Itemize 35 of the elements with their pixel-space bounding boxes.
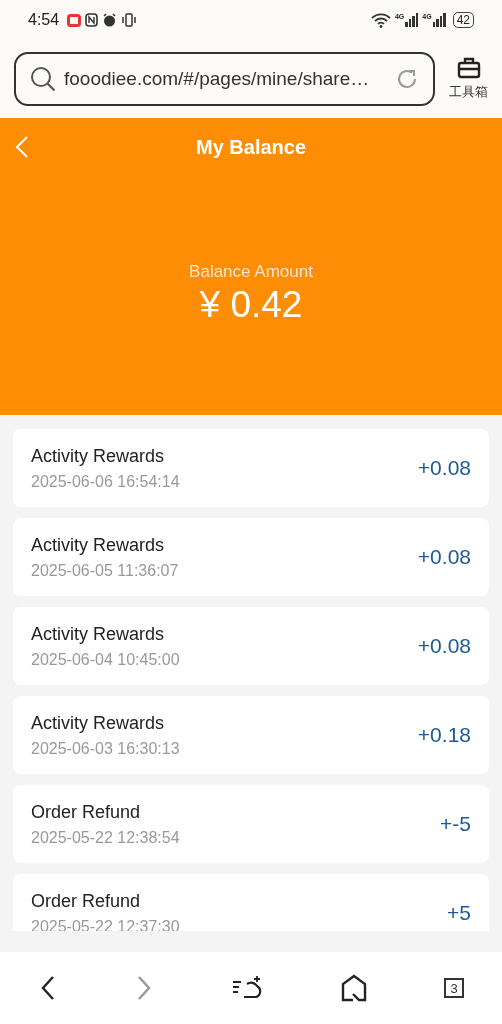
tabs-button[interactable]: 3 [444, 978, 464, 998]
alarm-icon [102, 13, 118, 27]
transaction-time: 2025-06-06 16:54:14 [31, 472, 181, 491]
reload-icon[interactable] [395, 67, 419, 91]
transaction-amount: +0.18 [417, 723, 471, 747]
transaction-title: Order Refund [31, 890, 142, 912]
wifi-icon [370, 12, 391, 28]
battery-level: 42 [452, 12, 474, 28]
transaction-time: 2025-06-05 11:36:07 [31, 561, 180, 580]
balance-label: Balance Amount [189, 262, 313, 282]
search-icon [30, 66, 56, 92]
toolbox-button[interactable]: 工具箱 [449, 57, 488, 101]
transaction-time: 2025-06-03 16:30:13 [31, 739, 181, 758]
transaction-amount: +0.08 [417, 456, 471, 480]
balance-amount: ¥ 0.42 [199, 284, 303, 326]
transaction-time: 2025-05-22 12:37:30 [31, 917, 181, 931]
page-title: My Balance [195, 135, 307, 159]
transaction-title: Order Refund [31, 801, 142, 823]
transaction-amount: +0.08 [417, 634, 471, 658]
transaction-title: Activity Rewards [31, 712, 166, 734]
toolbox-icon [456, 57, 481, 79]
transaction-time: 2025-05-22 12:38:54 [31, 828, 181, 847]
transaction-amount: +5 [447, 901, 471, 925]
transaction-title: Activity Rewards [31, 534, 166, 556]
transaction-title: Activity Rewards [31, 623, 166, 645]
clock-time: 4:54 [28, 11, 60, 29]
home-icon[interactable] [340, 974, 368, 1002]
transaction-title: Activity Rewards [31, 445, 166, 467]
address-bar[interactable]: fooodiee.com/#/pages/mine/share… [14, 52, 435, 106]
app-notification-icon [67, 13, 82, 27]
transaction-time: 2025-06-04 10:45:00 [31, 650, 181, 669]
transaction-amount: +0.08 [417, 545, 471, 569]
nfc-icon [85, 13, 99, 27]
transaction-amount: +-5 [440, 812, 471, 836]
vibrate-icon [121, 13, 138, 27]
